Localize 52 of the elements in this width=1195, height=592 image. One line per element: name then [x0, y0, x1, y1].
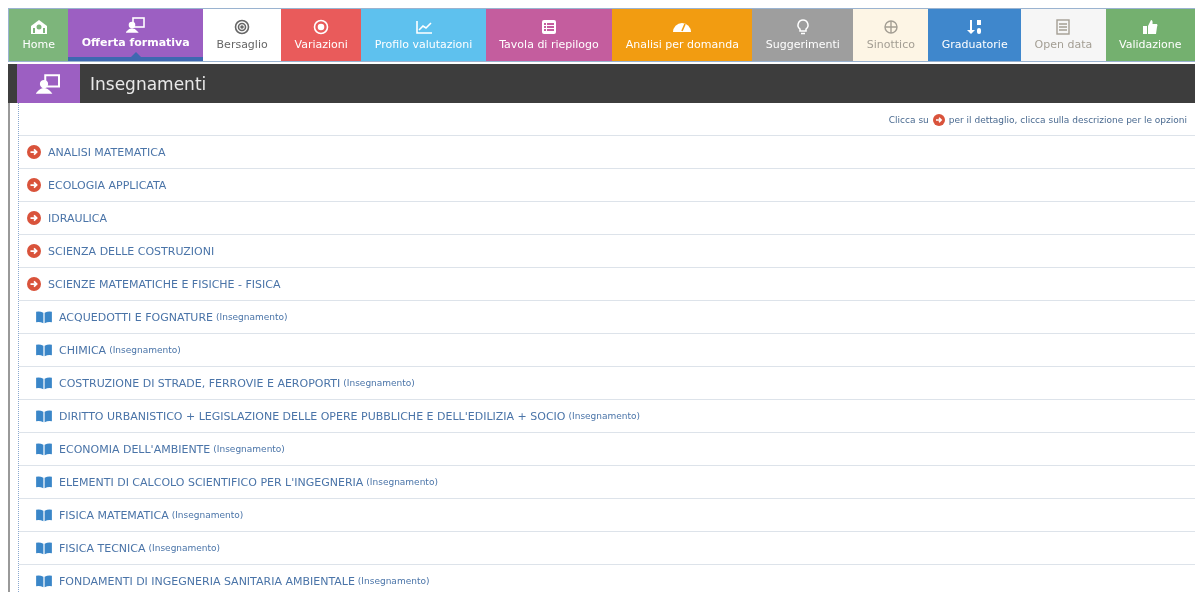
presentation-icon: [125, 17, 146, 33]
course-type: (Insegnamento): [109, 345, 181, 355]
course-type: (Insegnamento): [171, 510, 244, 520]
course-link[interactable]: CHIMICA: [59, 343, 107, 357]
course-type: (Insegnamento): [357, 576, 430, 586]
book-icon: [35, 508, 53, 522]
book-icon: [35, 409, 53, 423]
hint-text: Clicca su: [888, 115, 929, 125]
arrow-circle-icon: [932, 114, 945, 126]
book-icon: [35, 343, 53, 357]
course-link[interactable]: ECONOMIA DELL'AMBIENTE: [59, 442, 211, 456]
section-title: Insegnamenti: [90, 73, 207, 94]
nav-tab[interactable]: Tavola di riepilogo: [485, 9, 613, 61]
arrow-circle-icon[interactable]: [27, 244, 41, 258]
course-link[interactable]: ACQUEDOTTI E FOGNATURE: [59, 310, 213, 324]
hint-text: per il dettaglio, clicca sulla descrizione per le opzioni: [948, 115, 1187, 125]
course-link[interactable]: IDRAULICA: [48, 211, 108, 225]
course-type: (Insegnamento): [366, 477, 438, 487]
nav-tab[interactable]: Variazioni: [281, 9, 362, 61]
course-type: (Insegnamento): [216, 312, 288, 322]
course-link[interactable]: FISICA MATEMATICA: [59, 508, 169, 522]
nav-tab[interactable]: Offerta formativa: [68, 9, 204, 61]
presentation-icon: [17, 64, 80, 103]
book-icon: [35, 376, 53, 390]
list-icon: [539, 19, 559, 35]
course-type: (Insegnamento): [213, 444, 285, 454]
line-chart-icon: [413, 19, 434, 35]
book-icon: [35, 310, 53, 324]
course-link[interactable]: COSTRUZIONE DI STRADE, FERROVIE E AEROPORTI: [59, 376, 341, 390]
nav-tab[interactable]: Graduatorie: [928, 9, 1022, 61]
course-link[interactable]: FONDAMENTI DI INGEGNERIA SANITARIA AMBIENTALE: [59, 574, 355, 588]
course-link[interactable]: FISICA TECNICA: [59, 541, 146, 555]
book-icon: [35, 574, 53, 588]
course-link[interactable]: SCIENZA DELLE COSTRUZIONI: [48, 244, 215, 258]
nav-tab[interactable]: Suggerimenti: [752, 9, 854, 61]
book-icon: [35, 442, 53, 456]
course-link[interactable]: SCIENZE MATEMATICHE E FISICHE - FISICA: [48, 277, 281, 291]
book-icon: [35, 475, 53, 489]
nav-tab[interactable]: Validazione: [1105, 9, 1195, 61]
arrow-circle-icon[interactable]: [27, 178, 41, 192]
course-type: (Insegnamento): [343, 378, 415, 388]
book-icon: [35, 541, 53, 555]
course-link[interactable]: ECOLOGIA APPLICATA: [48, 178, 167, 192]
arrow-circle-icon[interactable]: [27, 277, 41, 291]
course-link[interactable]: ANALISI MATEMATICA: [48, 145, 166, 159]
course-type: (Insegnamento): [568, 411, 641, 421]
course-link[interactable]: ELEMENTI DI CALCOLO SCIENTIFICO PER L'INGEGNERIA: [59, 475, 364, 489]
arrow-circle-icon[interactable]: [27, 211, 41, 225]
building-icon: [28, 19, 49, 35]
arrow-circle-icon[interactable]: [27, 145, 41, 159]
course-link[interactable]: DIRITTO URBANISTICO + LEGISLAZIONE DELLE OPERE PUBBLICHE E DELL'EDILIZIA + SOCIO: [59, 409, 566, 423]
course-type: (Insegnamento): [148, 543, 221, 553]
